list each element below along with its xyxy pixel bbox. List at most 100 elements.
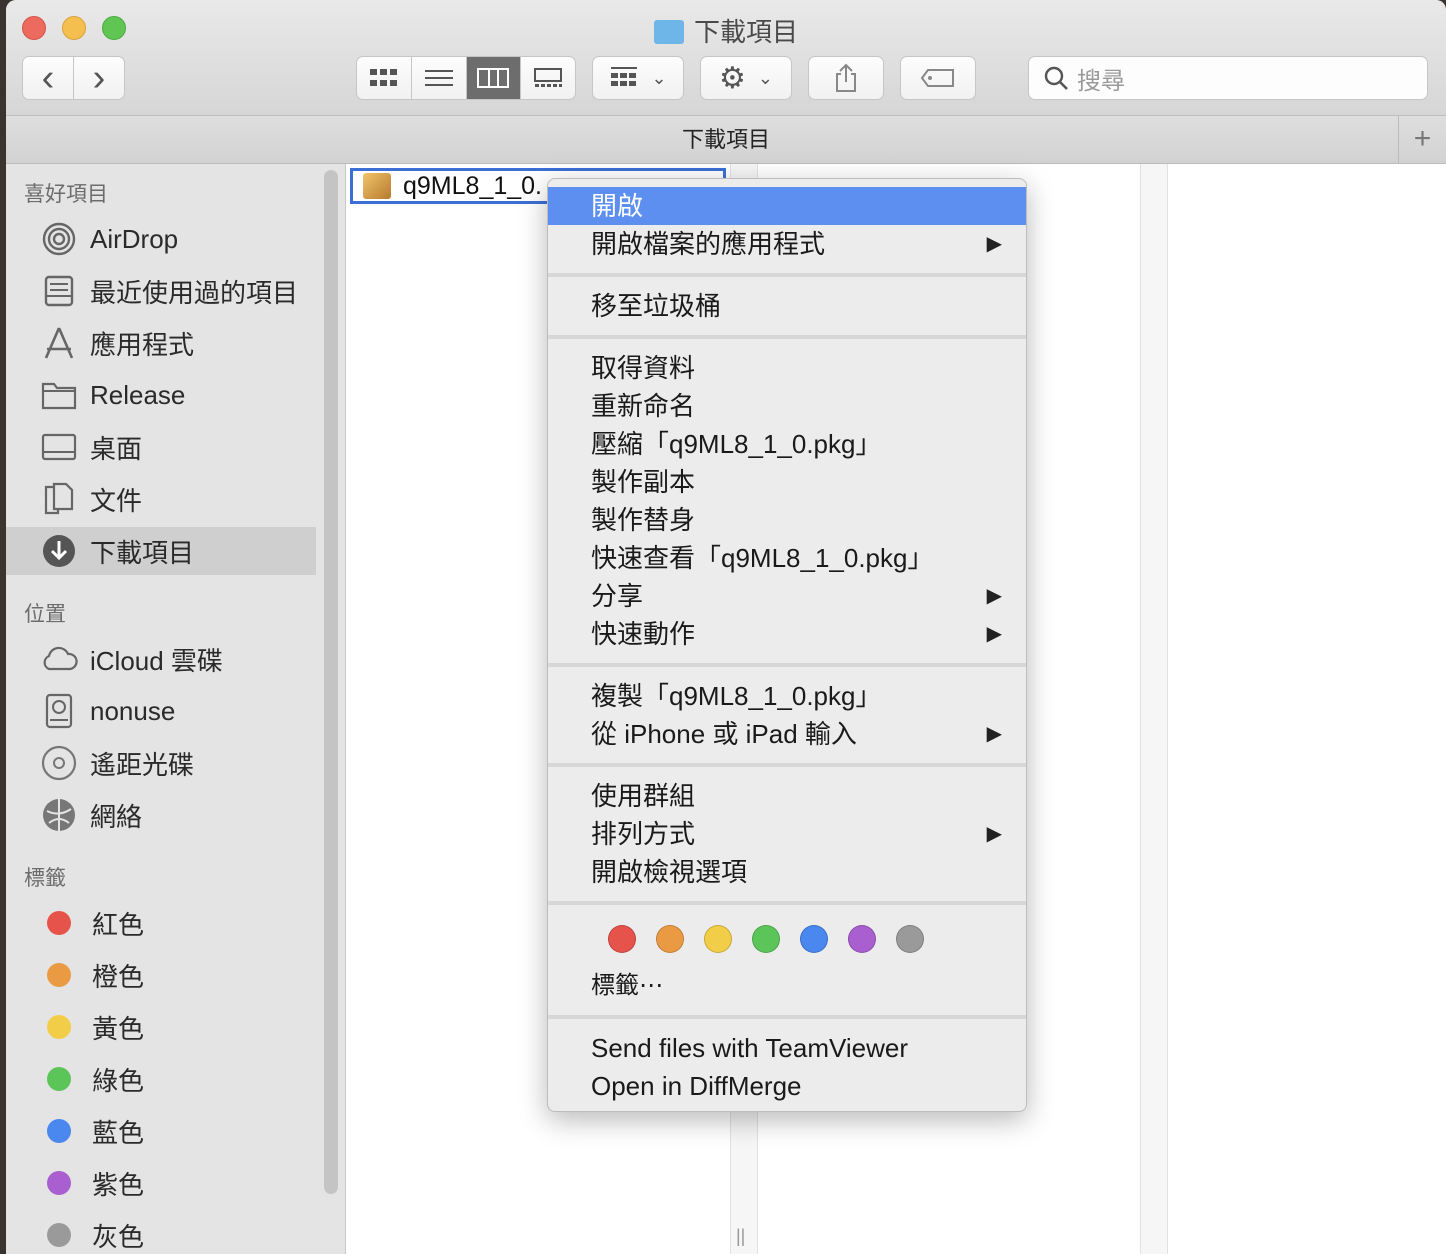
menu-tag-yellow[interactable]	[704, 925, 732, 953]
list-view-button[interactable]	[412, 57, 467, 99]
applications-icon	[40, 324, 78, 362]
tags-button[interactable]	[900, 56, 976, 100]
disc-icon	[40, 744, 78, 782]
back-button[interactable]: ‹	[22, 56, 74, 100]
window-title-text: 下載項目	[693, 17, 798, 47]
sidebar-item-recents[interactable]: 最近使用過的項目	[6, 267, 316, 315]
menu-item-teamviewer[interactable]: Send files with TeamViewer	[548, 1029, 1026, 1067]
sidebar-item-release[interactable]: Release	[6, 371, 316, 419]
gallery-icon	[534, 68, 563, 87]
menu-item-sort-by[interactable]: 排列方式 ▶	[548, 815, 1026, 853]
sidebar-item-label: 文件	[90, 485, 143, 516]
sidebar-item-label: 紅色	[92, 909, 145, 940]
menu-item-move-to-trash[interactable]: 移至垃圾桶	[548, 287, 1026, 325]
sidebar-item-label: 應用程式	[90, 329, 195, 360]
menu-item-label: Open in DiffMerge	[591, 1071, 802, 1101]
search-field[interactable]: 搜尋	[1028, 56, 1428, 100]
search-placeholder: 搜尋	[1077, 67, 1125, 95]
title-bar: 下載項目 ‹ › ⌄ ⚙ ⌄ 搜尋	[6, 0, 1446, 116]
group-by-button[interactable]: ⌄	[592, 56, 684, 100]
gear-icon: ⚙	[719, 61, 746, 95]
menu-item-diffmerge[interactable]: Open in DiffMerge	[548, 1067, 1026, 1105]
menu-item-copy[interactable]: 複製「q9ML8_1_0.pkg」	[548, 677, 1026, 715]
menu-item-label: 製作副本	[591, 467, 696, 497]
menu-item-get-info[interactable]: 取得資料	[548, 349, 1026, 387]
menu-item-rename[interactable]: 重新命名	[548, 387, 1026, 425]
icon-view-button[interactable]	[357, 57, 412, 99]
sidebar-item-applications[interactable]: 應用程式	[6, 319, 316, 367]
cloud-icon	[40, 640, 78, 678]
menu-separator	[548, 273, 1026, 277]
share-icon	[836, 63, 856, 92]
menu-item-label: 排列方式	[591, 819, 696, 849]
sidebar-tag-red[interactable]: 紅色	[6, 899, 316, 947]
sidebar: 喜好項目 AirDrop 最近使用過的項目 應用程式 Release 桌面 文件…	[6, 164, 346, 1254]
menu-tag-gray[interactable]	[896, 925, 924, 953]
sidebar-item-nonuse[interactable]: nonuse	[6, 687, 316, 735]
menu-tag-red[interactable]	[608, 925, 636, 953]
action-menu-button[interactable]: ⚙ ⌄	[700, 56, 792, 100]
menu-item-duplicate[interactable]: 製作副本	[548, 463, 1026, 501]
menu-tag-blue[interactable]	[800, 925, 828, 953]
column-divider[interactable]	[1140, 164, 1168, 1254]
submenu-arrow-icon: ▶	[986, 623, 1002, 645]
folder-icon	[40, 376, 78, 414]
menu-item-open[interactable]: 開啟	[548, 187, 1026, 225]
menu-item-label: 製作替身	[591, 505, 696, 535]
share-button[interactable]	[808, 56, 884, 100]
sidebar-tag-green[interactable]: 綠色	[6, 1055, 316, 1103]
column-resize-grip[interactable]: ||	[736, 1226, 745, 1247]
menu-item-make-alias[interactable]: 製作替身	[548, 501, 1026, 539]
menu-item-label: 從 iPhone 或 iPad 輸入	[591, 719, 857, 749]
menu-tag-purple[interactable]	[848, 925, 876, 953]
sidebar-tag-orange[interactable]: 橙色	[6, 951, 316, 999]
menu-item-label: Send files with TeamViewer	[591, 1033, 908, 1063]
sidebar-tag-purple[interactable]: 紫色	[6, 1159, 316, 1207]
menu-item-compress[interactable]: 壓縮「q9ML8_1_0.pkg」	[548, 425, 1026, 463]
tags-heading: 標籤	[24, 867, 66, 890]
orange-tag-dot	[47, 963, 71, 987]
add-tab-button[interactable]: +	[1398, 116, 1446, 164]
sidebar-scrollbar[interactable]	[324, 170, 338, 1194]
menu-item-share[interactable]: 分享 ▶	[548, 577, 1026, 615]
menu-tag-green[interactable]	[752, 925, 780, 953]
downloads-folder-icon	[653, 20, 684, 44]
menu-item-use-groups[interactable]: 使用群組	[548, 777, 1026, 815]
sidebar-item-label: 綠色	[92, 1065, 145, 1096]
menu-separator	[548, 1015, 1026, 1019]
sidebar-item-icloud[interactable]: iCloud 雲碟	[6, 635, 316, 683]
column-view-button[interactable]	[466, 57, 522, 99]
chevron-down-icon: ⌄	[757, 67, 773, 88]
red-tag-dot	[47, 911, 71, 935]
recents-icon	[40, 272, 78, 310]
sidebar-item-label: 網絡	[90, 801, 143, 832]
sidebar-item-network[interactable]: 網絡	[6, 791, 316, 839]
menu-item-import-from-iphone[interactable]: 從 iPhone 或 iPad 輸入 ▶	[548, 715, 1026, 753]
menu-item-label: 分享	[591, 581, 644, 611]
menu-tag-orange[interactable]	[656, 925, 684, 953]
sidebar-item-downloads[interactable]: 下載項目	[6, 527, 316, 575]
menu-item-quick-look[interactable]: 快速查看「q9ML8_1_0.pkg」	[548, 539, 1026, 577]
path-title: 下載項目	[681, 127, 770, 152]
sidebar-item-remote-disc[interactable]: 遙距光碟	[6, 739, 316, 787]
submenu-arrow-icon: ▶	[986, 723, 1002, 745]
gallery-view-button[interactable]	[521, 57, 575, 99]
menu-item-tags[interactable]: 標籤⋯	[548, 967, 1026, 1005]
sidebar-item-label: iCloud 雲碟	[90, 645, 223, 676]
sidebar-tag-blue[interactable]: 藍色	[6, 1107, 316, 1155]
gray-tag-dot	[47, 1223, 71, 1247]
sidebar-item-desktop[interactable]: 桌面	[6, 423, 316, 471]
menu-item-label: 移至垃圾桶	[591, 291, 722, 321]
sidebar-tag-gray[interactable]: 灰色	[6, 1211, 316, 1254]
sidebar-tag-yellow[interactable]: 黃色	[6, 1003, 316, 1051]
favorites-heading: 喜好項目	[24, 183, 108, 206]
sidebar-item-airdrop[interactable]: AirDrop	[6, 215, 316, 263]
submenu-arrow-icon: ▶	[986, 823, 1002, 845]
menu-item-quick-actions[interactable]: 快速動作 ▶	[548, 615, 1026, 653]
menu-item-show-view-options[interactable]: 開啟檢視選項	[548, 853, 1026, 891]
menu-item-label: 使用群組	[591, 781, 696, 811]
menu-item-open-with[interactable]: 開啟檔案的應用程式 ▶	[548, 225, 1026, 263]
chevron-left-icon: ‹	[41, 57, 55, 99]
forward-button[interactable]: ›	[73, 56, 125, 100]
sidebar-item-documents[interactable]: 文件	[6, 475, 316, 523]
